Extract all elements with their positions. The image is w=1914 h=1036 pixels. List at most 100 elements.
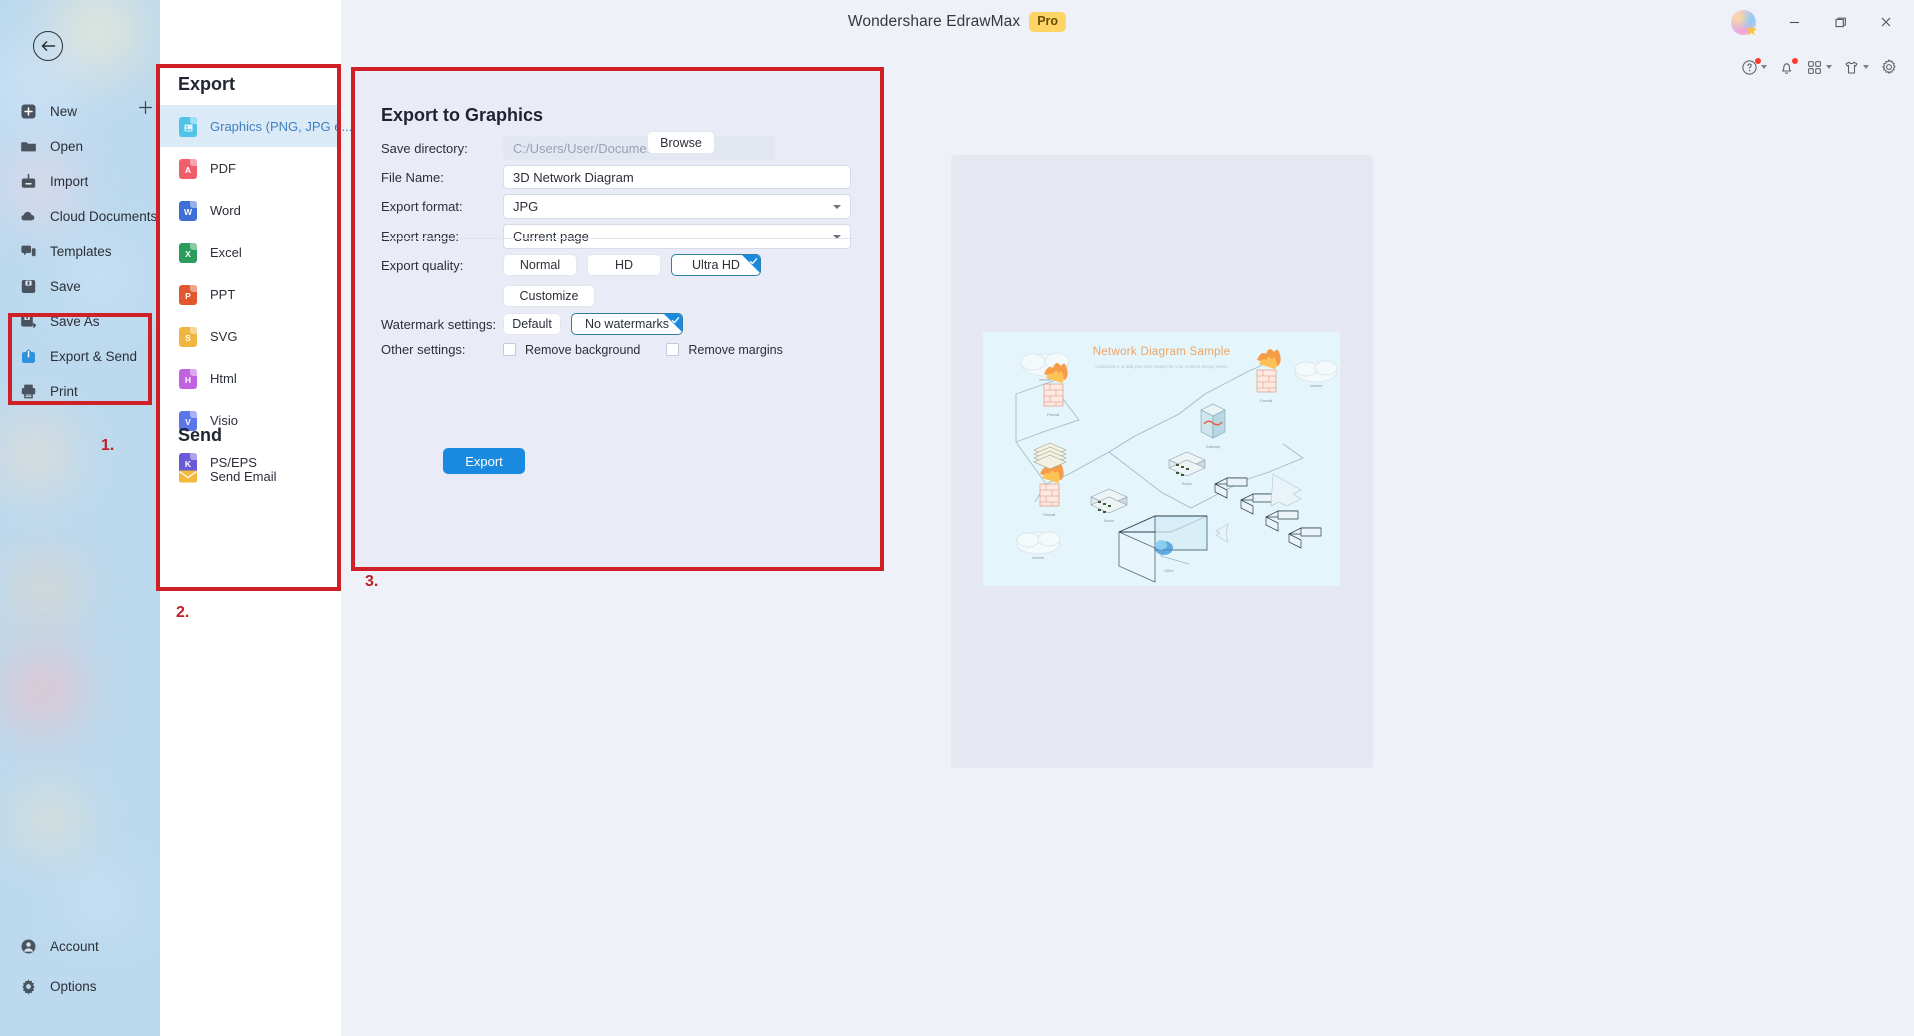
quality-option-hd[interactable]: HD bbox=[587, 254, 661, 276]
export-list-panel: Export Graphics (PNG, JPG e... A PDF W W… bbox=[160, 0, 352, 1036]
ppt-glyph: P bbox=[185, 290, 191, 301]
sidebar-item-label: Save As bbox=[50, 314, 100, 329]
file-name-row: File Name: 3D Network Diagram bbox=[381, 165, 851, 189]
export-item-label: PPT bbox=[210, 286, 236, 302]
page-title: Wondershare EdrawMax bbox=[847, 13, 1021, 30]
notification-bell-icon[interactable] bbox=[1774, 56, 1799, 79]
html-file-icon: H bbox=[178, 367, 198, 389]
help-icon[interactable] bbox=[1737, 56, 1771, 79]
sidebar-item-account[interactable]: Account bbox=[0, 926, 160, 966]
export-button[interactable]: Export bbox=[443, 448, 525, 474]
preview-diagram-title: Network Diagram Sample bbox=[1092, 346, 1231, 358]
export-range-select[interactable]: Current page bbox=[503, 224, 851, 249]
word-file-icon: W bbox=[178, 199, 198, 221]
export-item-excel[interactable]: X Excel bbox=[160, 231, 341, 273]
export-item-html[interactable]: H Html bbox=[160, 357, 341, 399]
watermark-option-no-watermarks-label: No watermarks bbox=[584, 317, 670, 331]
svg-text:Internet: Internet bbox=[1310, 384, 1322, 388]
annotation-label-2: 2. bbox=[176, 604, 190, 621]
chevron-down-icon bbox=[1826, 65, 1832, 69]
sidebar-item-templates[interactable]: Templates bbox=[0, 234, 160, 269]
document-preview-thumbnail[interactable]: Internet Firewall Firewall Firewall Inte… bbox=[983, 332, 1340, 586]
sidebar-item-label: Templates bbox=[50, 244, 112, 259]
minimize-button[interactable] bbox=[1772, 4, 1816, 40]
export-item-ppt[interactable]: P PPT bbox=[160, 273, 341, 315]
sidebar-item-import[interactable]: Import bbox=[0, 164, 160, 199]
export-item-label: SVG bbox=[210, 328, 238, 344]
notification-badge-dot bbox=[1792, 57, 1798, 64]
save-as-icon bbox=[20, 313, 37, 330]
folder-open-icon bbox=[20, 138, 37, 155]
left-sidebar: New Open Import Cloud Documents Template… bbox=[0, 0, 160, 1036]
quality-option-ultra-hd[interactable]: Ultra HD bbox=[671, 254, 761, 276]
export-format-select[interactable]: JPG bbox=[503, 194, 851, 219]
file-name-input[interactable]: 3D Network Diagram bbox=[503, 165, 851, 189]
close-button[interactable] bbox=[1864, 4, 1908, 40]
watermark-option-no-watermarks[interactable]: No watermarks bbox=[571, 313, 683, 335]
back-button[interactable] bbox=[33, 31, 63, 61]
export-quality-label: Export quality: bbox=[381, 257, 464, 273]
decorative-blob bbox=[70, 870, 130, 930]
theme-shirt-icon[interactable] bbox=[1839, 56, 1873, 79]
options-gear-icon bbox=[20, 978, 37, 995]
export-format-value: JPG bbox=[513, 199, 539, 214]
quality-option-customize[interactable]: Customize bbox=[503, 285, 595, 307]
account-icon bbox=[20, 938, 37, 955]
send-item-send-email[interactable]: Send Email bbox=[160, 455, 341, 497]
sidebar-nav: New Open Import Cloud Documents Template… bbox=[0, 94, 160, 409]
email-icon bbox=[178, 465, 198, 487]
export-format-row: Export format: JPG bbox=[381, 194, 851, 219]
sidebar-item-label: Open bbox=[50, 139, 84, 154]
sidebar-item-save[interactable]: Save bbox=[0, 269, 160, 304]
templates-icon bbox=[20, 243, 37, 260]
export-item-label: PDF bbox=[210, 160, 236, 176]
export-item-graphics[interactable]: Graphics (PNG, JPG e... bbox=[160, 105, 352, 147]
avatar[interactable] bbox=[1726, 4, 1760, 40]
sidebar-item-options[interactable]: Options bbox=[0, 966, 160, 1006]
remove-margins-checkbox[interactable] bbox=[666, 343, 680, 356]
export-item-svg[interactable]: S SVG bbox=[160, 315, 341, 357]
remove-background-label: Remove background bbox=[525, 342, 641, 357]
svg-text:Internet: Internet bbox=[1039, 378, 1051, 382]
export-item-label: Graphics (PNG, JPG e... bbox=[210, 118, 353, 134]
watermark-settings-row: Watermark settings: Default No watermark… bbox=[381, 313, 683, 335]
quality-option-normal[interactable]: Normal bbox=[503, 254, 577, 276]
edrawmax-window: Wondershare EdrawMax Pro New Open Import… bbox=[0, 0, 1914, 1036]
sidebar-item-cloud-documents[interactable]: Cloud Documents bbox=[0, 199, 160, 234]
export-range-row: Export range: Current page bbox=[381, 224, 851, 249]
maximize-button[interactable] bbox=[1818, 4, 1862, 40]
check-icon bbox=[671, 317, 680, 324]
remove-background-checkbox[interactable] bbox=[503, 343, 516, 356]
save-directory-row: Save directory: C:/Users/User/Documents bbox=[381, 136, 775, 160]
sidebar-item-new[interactable]: New bbox=[0, 94, 160, 129]
word-glyph: W bbox=[183, 206, 193, 217]
export-format-label: Export format: bbox=[381, 199, 463, 214]
sidebar-item-label: New bbox=[50, 104, 78, 119]
svg-text:Office: Office bbox=[1164, 569, 1173, 573]
pro-badge: Pro bbox=[1029, 12, 1067, 32]
sidebar-item-open[interactable]: Open bbox=[0, 129, 160, 164]
svg-text:Gateway: Gateway bbox=[1206, 445, 1220, 449]
remove-margins-label: Remove margins bbox=[688, 342, 783, 357]
export-item-word[interactable]: W Word bbox=[160, 189, 341, 231]
save-directory-input[interactable]: C:/Users/User/Documents bbox=[503, 136, 775, 160]
sidebar-item-print[interactable]: Print bbox=[0, 374, 160, 409]
browse-button[interactable]: Browse bbox=[647, 131, 715, 154]
apps-grid-icon[interactable] bbox=[1802, 56, 1836, 79]
import-icon bbox=[20, 173, 37, 190]
annotation-label-1: 1. bbox=[101, 437, 115, 454]
file-name-label: File Name: bbox=[381, 169, 444, 185]
sidebar-item-export-and-send[interactable]: Export & Send bbox=[0, 339, 160, 374]
export-item-label: Html bbox=[210, 370, 237, 386]
settings-gear-icon[interactable] bbox=[1876, 55, 1902, 79]
decorative-blob bbox=[2, 650, 82, 730]
sidebar-item-save-as[interactable]: Save As bbox=[0, 304, 160, 339]
export-item-pdf[interactable]: A PDF bbox=[160, 147, 341, 189]
watermark-option-default[interactable]: Default bbox=[503, 313, 561, 335]
chevron-down-icon bbox=[833, 204, 841, 209]
graphics-file-icon bbox=[178, 115, 198, 137]
printer-icon bbox=[20, 383, 37, 400]
sidebar-item-label: Print bbox=[50, 384, 78, 399]
export-range-label: Export range: bbox=[381, 229, 460, 244]
pdf-glyph: A bbox=[184, 164, 192, 175]
